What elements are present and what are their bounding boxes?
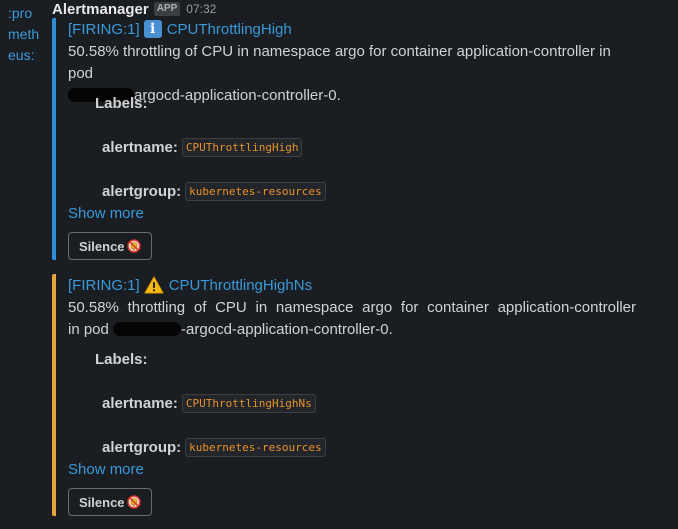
avatar-line-1: :pro	[8, 5, 33, 21]
bell-off-icon	[126, 495, 141, 509]
warning-icon	[144, 276, 164, 294]
pod-name-text: argocd-application-controller-0.	[134, 87, 341, 104]
alert-description-2: 50.58% throttling of CPU in namespace ar…	[68, 297, 636, 341]
alert-title-2[interactable]: [FIRING:1] CPUThrottlingHighNs	[68, 274, 312, 296]
firing-status: [FIRING:1]	[68, 276, 140, 294]
message-header: Alertmanager APP 07:32	[52, 0, 216, 18]
labels-heading: Labels:	[95, 95, 148, 112]
alert-name: CPUThrottlingHighNs	[168, 276, 313, 294]
description-line-1: 50.58% throttling of CPU in namespace ar…	[68, 43, 611, 82]
firing-status: [FIRING:1]	[68, 20, 140, 38]
sender-name[interactable]: Alertmanager	[52, 1, 149, 18]
show-more-link[interactable]: Show more	[68, 461, 144, 478]
alert-title-1[interactable]: [FIRING:1] i CPUThrottlingHigh	[68, 18, 292, 40]
bell-off-icon	[126, 239, 141, 253]
description-line-2: in pod -argocd-application-controller-0.	[68, 319, 636, 341]
label-value-code: CPUThrottlingHigh	[181, 138, 303, 157]
message-timestamp[interactable]: 07:32	[186, 2, 216, 16]
pod-prefix-text: in pod	[68, 321, 109, 338]
label-key: alertgroup:	[102, 439, 182, 456]
avatar-line-2: meth	[8, 26, 40, 42]
label-value-code: kubernetes-resources	[185, 438, 326, 457]
label-key: alertname:	[102, 395, 178, 412]
show-more-link[interactable]: Show more	[68, 205, 144, 222]
label-row-alertname: alertname: CPUThrottlingHigh	[102, 138, 303, 157]
sender-avatar-text[interactable]: :pro meth eus:	[8, 3, 48, 66]
description-line-2: argocd-application-controller-0.	[68, 85, 636, 107]
description-line-1: 50.58% throttling of CPU in namespace ar…	[68, 299, 636, 316]
alert-attachment-1: [FIRING:1] i CPUThrottlingHigh 50.58% th…	[52, 18, 656, 260]
label-key: alertname:	[102, 139, 178, 156]
label-row-alertgroup: alertgroup: kubernetes-resources	[102, 438, 326, 457]
avatar-line-3: eus:	[8, 47, 35, 63]
alert-name: CPUThrottlingHigh	[166, 20, 292, 38]
label-value-code: kubernetes-resources	[185, 182, 326, 201]
pod-name-text: -argocd-application-controller-0.	[181, 321, 393, 338]
label-key: alertgroup:	[102, 183, 182, 200]
info-icon: i	[143, 20, 162, 38]
silence-button-label: Silence	[79, 494, 125, 510]
label-row-alertgroup: alertgroup: kubernetes-resources	[102, 182, 326, 201]
silence-button-label: Silence	[79, 238, 125, 254]
alert-attachment-2: [FIRING:1] CPUThrottlingHighNs 50.58% th…	[52, 274, 656, 516]
redacted-text	[113, 322, 182, 336]
alert-description-1: 50.58% throttling of CPU in namespace ar…	[68, 41, 636, 107]
app-badge: APP	[153, 2, 181, 16]
silence-button[interactable]: Silence	[68, 488, 152, 516]
labels-heading: Labels:	[95, 351, 148, 368]
label-value-code: CPUThrottlingHighNs	[181, 394, 316, 413]
silence-button[interactable]: Silence	[68, 232, 152, 260]
label-row-alertname: alertname: CPUThrottlingHighNs	[102, 394, 316, 413]
